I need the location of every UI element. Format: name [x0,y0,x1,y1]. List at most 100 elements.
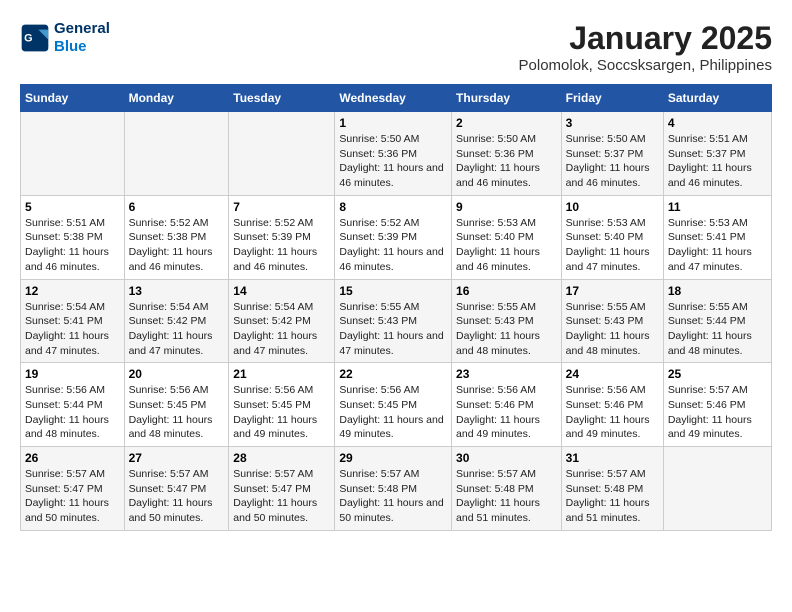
day-number: 10 [566,200,659,214]
day-cell: 22Sunrise: 5:56 AMSunset: 5:45 PMDayligh… [335,363,452,447]
day-cell: 27 Sunrise: 5:57 AMSunset: 5:47 PMDayligh… [124,447,229,531]
day-info: Sunrise: 5:53 AMSunset: 5:41 PMDaylight:… [668,216,767,275]
day-number: 25 [668,367,767,381]
title-area: January 2025 Polomolok, Soccsksargen, Ph… [519,20,772,74]
day-number: 3 [566,116,659,130]
day-number: 6 [129,200,225,214]
day-number: 31 [566,451,659,465]
day-number: 14 [233,284,330,298]
logo-line1: General [54,20,110,38]
day-cell: 30 Sunrise: 5:57 AMSunset: 5:48 PMDayligh… [452,447,562,531]
day-info: Sunrise: 5:57 AMSunset: 5:47 PMDaylight:… [233,467,330,526]
day-number: 12 [25,284,120,298]
week-row-5: 26 Sunrise: 5:57 AMSunset: 5:47 PMDayligh… [21,447,772,531]
page-header: G General Blue January 2025 Polomolok, S… [20,20,772,74]
logo-icon: G [20,23,50,53]
week-row-1: 1 Sunrise: 5:50 AMSunset: 5:36 PMDaylight… [21,112,772,196]
day-cell: 15 Sunrise: 5:55 AMSunset: 5:43 PMDayligh… [335,279,452,363]
day-number: 7 [233,200,330,214]
day-cell: 14 Sunrise: 5:54 AMSunset: 5:42 PMDayligh… [229,279,335,363]
day-cell: 18 Sunrise: 5:55 AMSunset: 5:44 PMDayligh… [663,279,771,363]
day-cell: 21Sunrise: 5:56 AMSunset: 5:45 PMDayligh… [229,363,335,447]
day-info: Sunrise: 5:53 AMSunset: 5:40 PMDaylight:… [566,216,659,275]
day-info: Sunrise: 5:52 AMSunset: 5:39 PMDaylight:… [339,216,447,275]
day-cell: 23 Sunrise: 5:56 AMSunset: 5:46 PMDayligh… [452,363,562,447]
day-number: 28 [233,451,330,465]
day-info: Sunrise: 5:56 AMSunset: 5:46 PMDaylight:… [456,383,557,442]
day-info: Sunrise: 5:55 AMSunset: 5:44 PMDaylight:… [668,300,767,359]
day-info: Sunrise: 5:52 AMSunset: 5:39 PMDaylight:… [233,216,330,275]
header-cell-monday: Monday [124,85,229,112]
day-number: 4 [668,116,767,130]
logo: G General Blue [20,20,110,56]
day-info: Sunrise: 5:55 AMSunset: 5:43 PMDaylight:… [339,300,447,359]
day-cell: 13 Sunrise: 5:54 AMSunset: 5:42 PMDayligh… [124,279,229,363]
day-cell: 8Sunrise: 5:52 AMSunset: 5:39 PMDaylight… [335,195,452,279]
logo-text: General Blue [54,20,110,56]
day-cell: 10 Sunrise: 5:53 AMSunset: 5:40 PMDayligh… [561,195,663,279]
day-number: 13 [129,284,225,298]
day-number: 29 [339,451,447,465]
header-cell-wednesday: Wednesday [335,85,452,112]
day-cell: 11Sunrise: 5:53 AMSunset: 5:41 PMDayligh… [663,195,771,279]
day-number: 24 [566,367,659,381]
day-number: 19 [25,367,120,381]
day-cell: 6 Sunrise: 5:52 AMSunset: 5:38 PMDaylight… [124,195,229,279]
day-number: 21 [233,367,330,381]
day-cell: 17 Sunrise: 5:55 AMSunset: 5:43 PMDayligh… [561,279,663,363]
day-info: Sunrise: 5:50 AMSunset: 5:36 PMDaylight:… [456,132,557,191]
calendar-table: SundayMondayTuesdayWednesdayThursdayFrid… [20,84,772,531]
day-number: 15 [339,284,447,298]
day-number: 26 [25,451,120,465]
day-number: 23 [456,367,557,381]
week-row-2: 5 Sunrise: 5:51 AMSunset: 5:38 PMDaylight… [21,195,772,279]
day-info: Sunrise: 5:52 AMSunset: 5:38 PMDaylight:… [129,216,225,275]
week-row-4: 19 Sunrise: 5:56 AMSunset: 5:44 PMDayligh… [21,363,772,447]
day-cell: 28 Sunrise: 5:57 AMSunset: 5:47 PMDayligh… [229,447,335,531]
day-cell: 26 Sunrise: 5:57 AMSunset: 5:47 PMDayligh… [21,447,125,531]
header-cell-tuesday: Tuesday [229,85,335,112]
day-cell: 24 Sunrise: 5:56 AMSunset: 5:46 PMDayligh… [561,363,663,447]
day-number: 20 [129,367,225,381]
day-cell: 5 Sunrise: 5:51 AMSunset: 5:38 PMDaylight… [21,195,125,279]
day-info: Sunrise: 5:57 AMSunset: 5:47 PMDaylight:… [25,467,120,526]
day-info: Sunrise: 5:55 AMSunset: 5:43 PMDaylight:… [566,300,659,359]
day-info: Sunrise: 5:56 AMSunset: 5:46 PMDaylight:… [566,383,659,442]
day-cell: 19 Sunrise: 5:56 AMSunset: 5:44 PMDayligh… [21,363,125,447]
day-cell: 16Sunrise: 5:55 AMSunset: 5:43 PMDayligh… [452,279,562,363]
day-info: Sunrise: 5:50 AMSunset: 5:36 PMDaylight:… [339,132,447,191]
day-number: 18 [668,284,767,298]
day-number: 22 [339,367,447,381]
day-info: Sunrise: 5:56 AMSunset: 5:44 PMDaylight:… [25,383,120,442]
day-number: 5 [25,200,120,214]
header-row: SundayMondayTuesdayWednesdayThursdayFrid… [21,85,772,112]
day-info: Sunrise: 5:54 AMSunset: 5:42 PMDaylight:… [233,300,330,359]
day-cell [229,112,335,196]
day-number: 27 [129,451,225,465]
day-info: Sunrise: 5:57 AMSunset: 5:47 PMDaylight:… [129,467,225,526]
day-number: 30 [456,451,557,465]
day-number: 1 [339,116,447,130]
day-info: Sunrise: 5:54 AMSunset: 5:42 PMDaylight:… [129,300,225,359]
day-info: Sunrise: 5:56 AMSunset: 5:45 PMDaylight:… [129,383,225,442]
day-info: Sunrise: 5:57 AMSunset: 5:48 PMDaylight:… [339,467,447,526]
header-cell-saturday: Saturday [663,85,771,112]
day-number: 9 [456,200,557,214]
main-title: January 2025 [519,20,772,57]
day-number: 17 [566,284,659,298]
day-cell: 25Sunrise: 5:57 AMSunset: 5:46 PMDayligh… [663,363,771,447]
day-info: Sunrise: 5:51 AMSunset: 5:38 PMDaylight:… [25,216,120,275]
day-cell: 20 Sunrise: 5:56 AMSunset: 5:45 PMDayligh… [124,363,229,447]
day-cell: 2Sunrise: 5:50 AMSunset: 5:36 PMDaylight… [452,112,562,196]
day-cell: 12 Sunrise: 5:54 AMSunset: 5:41 PMDayligh… [21,279,125,363]
day-cell: 1 Sunrise: 5:50 AMSunset: 5:36 PMDaylight… [335,112,452,196]
day-cell: 31Sunrise: 5:57 AMSunset: 5:48 PMDayligh… [561,447,663,531]
day-cell: 3Sunrise: 5:50 AMSunset: 5:37 PMDaylight… [561,112,663,196]
day-cell [21,112,125,196]
day-cell [124,112,229,196]
week-row-3: 12 Sunrise: 5:54 AMSunset: 5:41 PMDayligh… [21,279,772,363]
day-info: Sunrise: 5:54 AMSunset: 5:41 PMDaylight:… [25,300,120,359]
day-info: Sunrise: 5:57 AMSunset: 5:48 PMDaylight:… [456,467,557,526]
day-cell [663,447,771,531]
header-cell-thursday: Thursday [452,85,562,112]
